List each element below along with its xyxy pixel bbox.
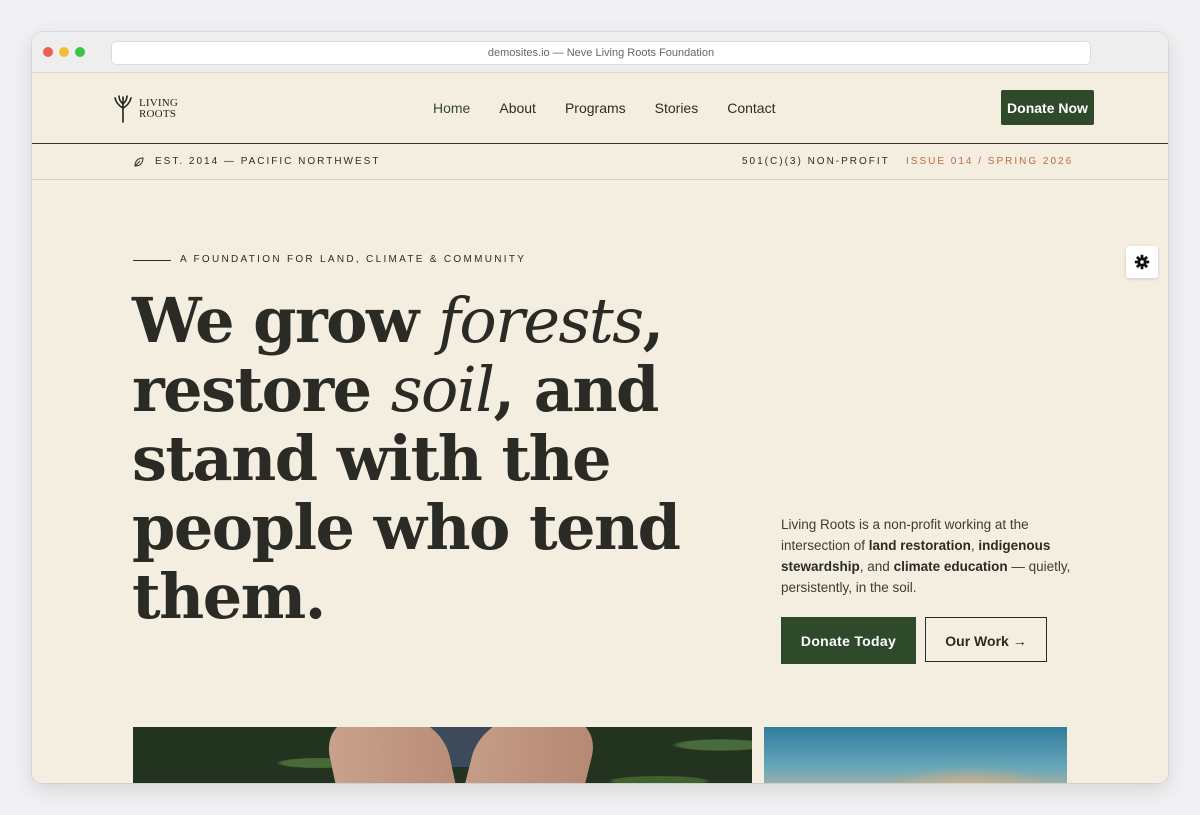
nav-home[interactable]: Home <box>433 73 470 143</box>
gear-icon <box>1134 254 1150 270</box>
nav-stories[interactable]: Stories <box>655 73 699 143</box>
headline-line-5: them. <box>132 560 326 633</box>
nav-contact[interactable]: Contact <box>727 73 775 143</box>
site-logo[interactable]: LIVING ROOTS <box>112 94 182 124</box>
minimize-window-button[interactable] <box>59 47 69 57</box>
settings-button[interactable] <box>1126 246 1158 278</box>
hero-intro: Living Roots is a non-profit working at … <box>781 517 1071 595</box>
hero-headline: We grow forests, restore soil, and stand… <box>132 286 692 631</box>
close-window-button[interactable] <box>43 47 53 57</box>
logo-line-2: ROOTS <box>139 108 177 120</box>
established-text: EST. 2014 — PACIFIC NORTHWEST <box>155 156 381 167</box>
logo-wordmark: LIVING ROOTS <box>139 98 178 120</box>
maximize-window-button[interactable] <box>75 47 85 57</box>
hero-photo-sunrise <box>764 727 1067 783</box>
eyebrow-rule <box>133 260 171 261</box>
nav-programs[interactable]: Programs <box>565 73 626 143</box>
headline-line-4: people who tend <box>132 491 681 564</box>
issue-text: ISSUE 014 / SPRING 2026 <box>906 156 1074 167</box>
address-bar[interactable]: demosites.io — Neve Living Roots Foundat… <box>111 41 1091 65</box>
leaf-icon <box>134 157 144 167</box>
site-header: LIVING ROOTS Home About Programs Stories… <box>32 73 1168 144</box>
browser-window: demosites.io — Neve Living Roots Foundat… <box>32 32 1168 783</box>
page-content: LIVING ROOTS Home About Programs Stories… <box>32 73 1168 783</box>
donate-today-button[interactable]: Donate Today <box>781 617 916 664</box>
hero-eyebrow: A FOUNDATION FOR LAND, CLIMATE & COMMUNI… <box>180 254 527 265</box>
nonprofit-text: 501(C)(3) NON-PROFIT <box>742 156 890 167</box>
tree-icon <box>114 95 132 123</box>
our-work-button[interactable]: Our Work → <box>925 617 1047 662</box>
info-strip: EST. 2014 — PACIFIC NORTHWEST 501(C)(3) … <box>32 144 1168 180</box>
headline-line-3: stand with the <box>132 422 612 495</box>
browser-chrome: demosites.io — Neve Living Roots Foundat… <box>32 32 1168 73</box>
main-nav: Home About Programs Stories Contact <box>433 73 804 143</box>
hero-photo-hands <box>133 727 752 783</box>
nav-about[interactable]: About <box>499 73 536 143</box>
donate-now-button[interactable]: Donate Now <box>1001 90 1094 125</box>
headline-line-2: restore soil, and <box>132 353 659 426</box>
headline-line-1: We grow forests, <box>132 284 664 357</box>
